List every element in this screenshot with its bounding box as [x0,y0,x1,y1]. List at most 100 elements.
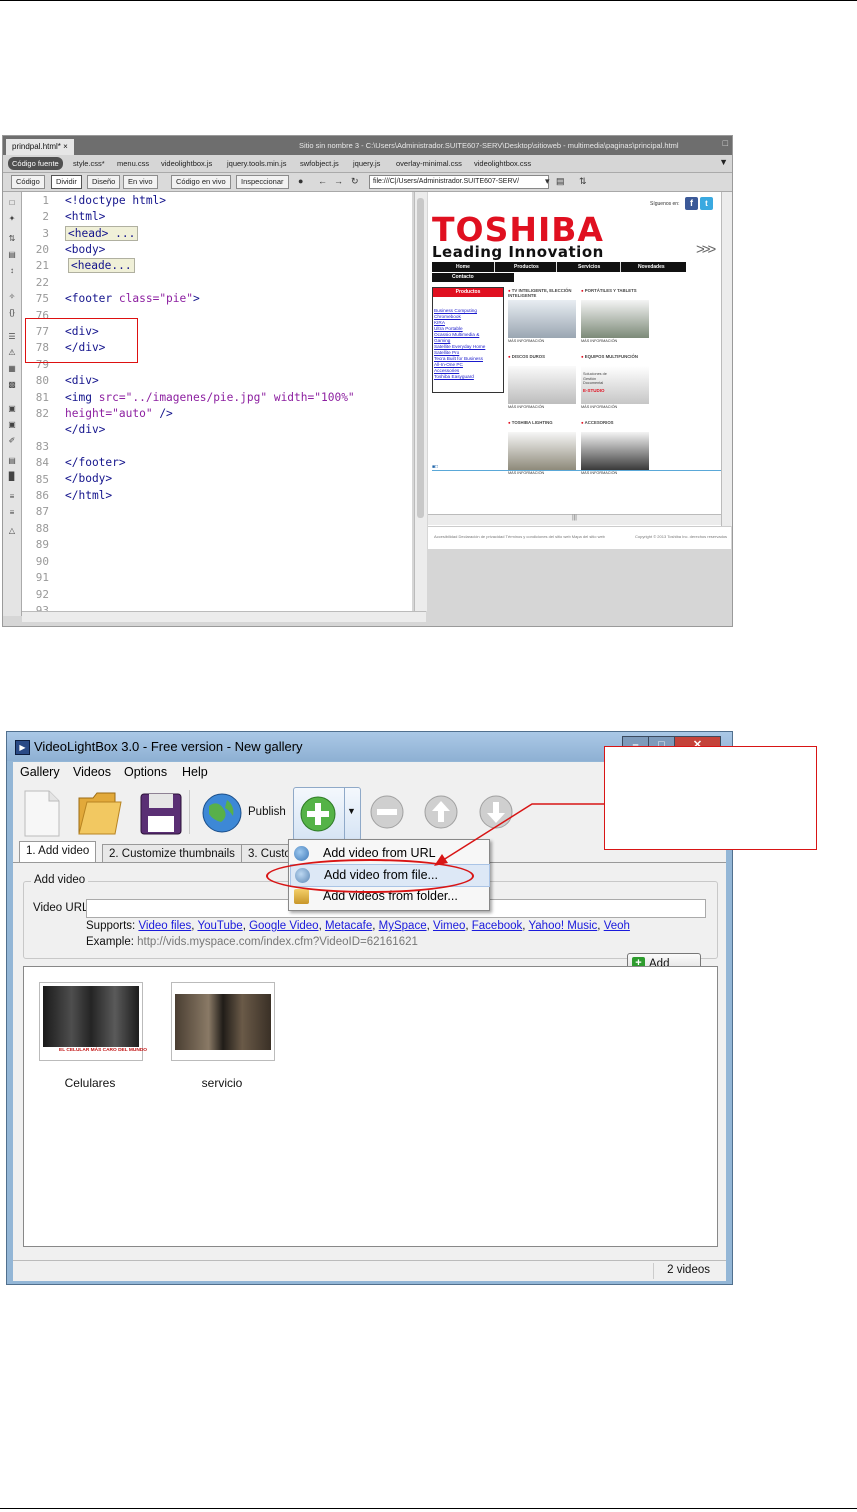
related-file[interactable]: jquery.js [353,157,380,170]
tile-more[interactable]: MÁS INFORMACIÓN [508,405,544,409]
menu-help[interactable]: Help [182,765,208,779]
wrap-tag-icon[interactable]: ✐ [6,436,18,445]
support-link[interactable]: Facebook [472,920,523,932]
support-link[interactable]: Video files [138,920,191,932]
product-tile[interactable]: ● PORTÁTILES Y TABLETS MÁS INFORMACIÓN [581,288,649,346]
filter-icon[interactable]: ▼ [719,157,728,167]
related-file[interactable]: overlay-minimal.css [396,157,462,170]
related-file[interactable]: videolightbox.css [474,157,531,170]
product-link[interactable]: Ocassio Multimedia & [434,332,479,337]
nav-contacto[interactable]: Contacto [432,273,514,282]
save-icon[interactable] [137,790,185,838]
product-link[interactable]: Accessories [434,368,459,373]
tab-add-video[interactable]: 1. Add video [19,841,97,863]
forward-arrow-icon[interactable]: → [334,175,343,188]
related-file[interactable]: style.css* [73,157,105,170]
collapse-tag-icon[interactable]: ⇅ [6,234,18,243]
open-folder-icon[interactable] [75,788,123,838]
expand-all-icon[interactable]: ↕ [6,266,18,275]
balance-braces-icon[interactable]: {} [6,308,18,317]
support-link[interactable]: Metacafe [325,920,372,932]
publish-globe-icon[interactable] [199,790,245,836]
related-file[interactable]: jquery.tools.min.js [227,157,286,170]
related-file[interactable]: swfobject.js [300,157,339,170]
product-link[interactable]: Ultra Portable [434,326,463,331]
product-link[interactable]: KIRA [434,320,445,325]
tile-more[interactable]: MÁS INFORMACIÓN [581,339,617,343]
tile-more[interactable]: MÁS INFORMACIÓN [508,471,544,475]
menu-options[interactable]: Options [124,765,167,779]
remove-comment-icon[interactable]: ▣ [6,420,18,429]
product-link[interactable]: All-In-One PC [434,362,463,367]
code-view-button[interactable]: Código [11,175,45,189]
related-file-source[interactable]: Código fuente [8,157,63,170]
show-code-navigator-icon[interactable]: ✦ [6,214,18,223]
product-link[interactable]: Tecra Built for Business [434,356,483,361]
outdent-code-icon[interactable]: ≡ [6,508,18,517]
open-documents-icon[interactable]: □ [6,198,18,207]
support-link[interactable]: MySpace [379,920,427,932]
video-gallery[interactable]: EL CELULAR MÁS CARO DEL MUNDO Celulares … [23,966,718,1247]
menu-videos[interactable]: Videos [73,765,111,779]
collapsed-code-header[interactable]: <heade... [68,258,135,273]
tile-more[interactable]: MÁS INFORMACIÓN [581,405,617,409]
code-editor[interactable]: 1 2 3 20 21 22 75 76 77 78 79 80 81 82 8… [22,192,412,611]
related-file[interactable]: videolightbox.js [161,157,212,170]
code-hscrollbar[interactable] [22,611,426,622]
support-link[interactable]: Yahoo! Music [528,920,597,932]
address-field[interactable]: file:///C|/Users/Administrador.SUITE607-… [369,175,549,189]
live-code-button[interactable]: Código en vivo [171,175,231,189]
product-link[interactable]: Satellite Pro [434,350,459,355]
product-tile[interactable]: ● DISCOS DUROS MÁS INFORMACIÓN [508,354,576,412]
move-css-icon[interactable]: ▉ [6,472,18,481]
apply-comment-icon[interactable]: ▣ [6,404,18,413]
live-view[interactable]: Síguenos en: f t TOSHIBA Leading Innovat… [428,192,731,526]
code-scrollbar[interactable] [414,192,427,611]
live-hscrollbar[interactable]: ||| [428,514,721,525]
support-link[interactable]: YouTube [197,920,242,932]
split-view-button[interactable]: Dividir [51,175,82,189]
facebook-icon[interactable]: f [685,197,698,210]
product-link[interactable]: Satellite Everyday Home [434,344,485,349]
back-arrow-icon[interactable]: ← [318,175,327,188]
address-dropdown-icon[interactable]: ▾ [545,175,550,188]
highlight-invalid-icon[interactable]: ⚠ [6,348,18,357]
sort-icon[interactable]: ⇅ [579,175,587,188]
product-link[interactable]: Business Computing [434,308,477,313]
live-scrollbar[interactable] [721,192,732,526]
product-tile[interactable]: ● EQUIPOS MULTIFUNCIÓN Soluciones de Ges… [581,354,649,412]
product-link[interactable]: Toshiba Easyguard [434,374,474,379]
related-file[interactable]: menu.css [117,157,149,170]
menu-gallery[interactable]: Gallery [20,765,60,779]
nav-home[interactable]: Home [456,262,470,272]
document-tab[interactable]: prindpal.html* × [6,139,74,155]
page-options-icon[interactable]: ▤ [556,175,565,188]
tile-more[interactable]: MÁS INFORMACIÓN [508,339,544,343]
collapse-selection-icon[interactable]: ▤ [6,250,18,259]
publish-label[interactable]: Publish [248,806,286,818]
indent-code-icon[interactable]: ≡ [6,492,18,501]
add-video-split-button[interactable]: ▼ [293,787,361,841]
twitter-icon[interactable]: t [700,197,713,210]
dropdown-arrow-icon[interactable]: ▼ [347,806,356,816]
auto-indent-icon[interactable]: ▩ [6,380,18,389]
restore-icon[interactable]: □ [723,138,728,148]
live-view-button[interactable]: En vivo [123,175,158,189]
nav-servicios[interactable]: Servicios [578,262,600,272]
inspect-button[interactable]: Inspeccionar [236,175,289,189]
tile-more[interactable]: MÁS INFORMACIÓN [581,471,617,475]
line-numbers-icon[interactable]: ☰ [6,332,18,341]
tab-customize-thumbnails[interactable]: 2. Customize thumbnails [102,844,242,864]
product-tile[interactable]: ● TV INTELIGENTE, ELECCIÓN INTELIGENTE M… [508,288,576,346]
collapsed-code-head[interactable]: <head> ... [65,226,139,241]
design-view-button[interactable]: Diseño [87,175,121,189]
nav-productos[interactable]: Productos [514,262,539,272]
footer-links[interactable]: Accesibilidad Declaración de privacidad … [434,534,605,539]
select-parent-tag-icon[interactable]: ✧ [6,292,18,301]
remove-video-icon[interactable] [369,794,405,830]
support-link[interactable]: Vimeo [433,920,465,932]
add-video-icon[interactable] [298,794,338,834]
video-thumbnail[interactable] [171,982,275,1061]
support-link[interactable]: Veoh [604,920,630,932]
nav-novedades[interactable]: Novedades [638,262,665,272]
